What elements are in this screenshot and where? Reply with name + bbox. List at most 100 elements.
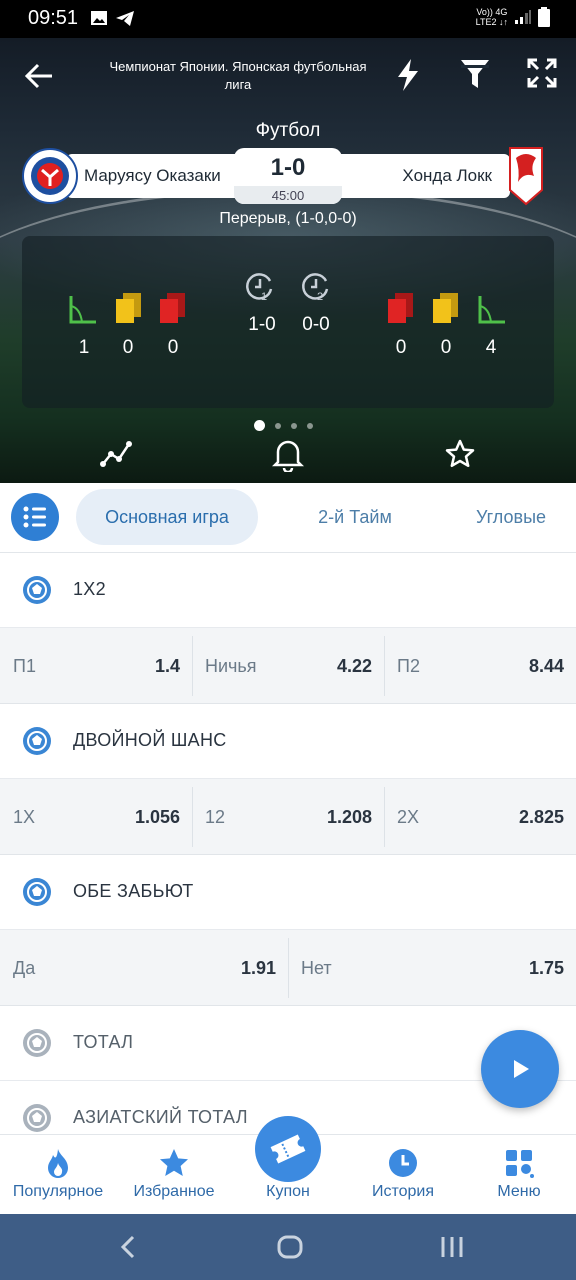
play-icon xyxy=(514,1060,529,1078)
match-time-bar: 45:00 xyxy=(234,186,342,204)
fire-icon xyxy=(48,1149,68,1178)
odd-value: 4.22 xyxy=(336,656,372,676)
nav-coupon-label: Купон xyxy=(266,1183,310,1200)
odd-button[interactable]: П1 1.4 xyxy=(0,628,192,704)
lightning-icon[interactable] xyxy=(394,58,422,92)
away-yellow: 0 xyxy=(440,337,452,358)
stats-chart-icon[interactable] xyxy=(100,438,132,470)
network-bottom: LTE2 ↓↑ xyxy=(475,17,508,27)
away-corner-icon xyxy=(478,296,505,324)
battery-icon xyxy=(538,7,550,27)
second-half-label: 2 xyxy=(316,291,324,303)
page-dot-active[interactable] xyxy=(254,420,265,431)
star-icon xyxy=(160,1149,188,1176)
odd-value: 2.825 xyxy=(518,807,564,827)
odds-row: 1X 1.056 12 1.208 2X 2.825 xyxy=(0,779,576,855)
tab-second-half[interactable]: 2-й Тайм xyxy=(272,489,438,545)
coupon-button[interactable] xyxy=(255,1116,321,1182)
network-indicator: Vo)) 4G LTE2 ↓↑ xyxy=(476,7,508,27)
odd-value: 1.056 xyxy=(134,807,180,827)
list-icon xyxy=(23,506,46,528)
nav-favorites[interactable]: Избранное xyxy=(116,1135,232,1215)
odd-button[interactable]: 1X 1.056 xyxy=(0,779,192,855)
home-yellow-card-icon xyxy=(116,293,141,323)
system-recents-icon[interactable] xyxy=(438,1234,466,1260)
system-home-icon[interactable] xyxy=(276,1234,304,1260)
system-back-icon[interactable] xyxy=(116,1234,140,1260)
nav-favorites-label: Избранное xyxy=(133,1183,215,1200)
tab-main-game[interactable]: Основная игра xyxy=(76,489,258,545)
market-header[interactable]: 1X2 xyxy=(0,553,576,628)
market-list-button[interactable] xyxy=(11,493,59,541)
page-dot[interactable] xyxy=(275,422,281,429)
odd-button[interactable]: Да 1.91 xyxy=(0,930,288,1006)
home-team-logo xyxy=(22,148,78,204)
nav-history[interactable]: История xyxy=(344,1135,462,1215)
ticket-icon xyxy=(270,1134,306,1164)
page-dot[interactable] xyxy=(307,422,313,429)
odd-label: Ничья xyxy=(205,656,257,676)
away-corners: 4 xyxy=(485,337,497,358)
odd-button[interactable]: 2X 2.825 xyxy=(384,779,576,855)
gallery-icon xyxy=(91,11,107,25)
football-icon xyxy=(23,1029,51,1057)
home-team-name: Маруясу Оказаки xyxy=(84,166,221,185)
nav-popular[interactable]: Популярное xyxy=(0,1135,116,1215)
status-right: Vo)) 4G LTE2 ↓↑ xyxy=(476,7,550,27)
odd-value: 1.208 xyxy=(326,807,372,827)
second-half-score: 0-0 xyxy=(302,314,330,335)
odd-value: 1.91 xyxy=(240,958,276,978)
fullscreen-icon[interactable] xyxy=(527,58,557,88)
back-arrow-icon[interactable] xyxy=(24,62,54,90)
odd-value: 1.4 xyxy=(154,656,180,676)
away-yellow-card-icon xyxy=(433,293,458,323)
odd-value: 8.44 xyxy=(528,656,564,676)
odd-label: 1X xyxy=(13,807,36,827)
odd-button[interactable]: Нет 1.75 xyxy=(288,930,576,1006)
market-header[interactable]: ДВОЙНОЙ ШАНС xyxy=(0,704,576,779)
page-dot[interactable] xyxy=(291,422,297,429)
nav-menu[interactable]: Меню xyxy=(462,1135,576,1215)
telegram-icon xyxy=(116,11,134,26)
favorite-star-icon[interactable] xyxy=(444,438,476,470)
stats-panel: 1 0 0 1 2 1-0 0-0 0 0 4 xyxy=(22,236,554,408)
market-title: АЗИАТСКИЙ ТОТАЛ xyxy=(73,1107,248,1127)
first-half-score: 1-0 xyxy=(248,314,276,335)
nav-history-label: История xyxy=(371,1183,435,1200)
odds-row: П1 1.4 Ничья 4.22 П2 8.44 xyxy=(0,628,576,704)
first-half-label: 1 xyxy=(260,291,268,303)
odd-button[interactable]: Ничья 4.22 xyxy=(192,628,384,704)
odd-label: П1 xyxy=(13,656,36,676)
filter-icon[interactable] xyxy=(460,58,490,90)
status-time: 09:51 xyxy=(28,7,79,29)
away-team-logo xyxy=(509,147,543,206)
grid-menu-icon xyxy=(506,1150,534,1178)
network-top: Vo)) 4G xyxy=(476,7,508,17)
page-indicator xyxy=(254,420,313,431)
football-icon xyxy=(23,1104,51,1132)
tab-corners[interactable]: Угловые xyxy=(452,489,576,545)
odd-label: Да xyxy=(13,958,36,978)
signal-icon xyxy=(515,10,531,24)
home-red: 0 xyxy=(167,337,179,358)
live-video-button[interactable] xyxy=(481,1030,559,1108)
odds-row: Да 1.91 Нет 1.75 xyxy=(0,930,576,1006)
sport-label: Футбол xyxy=(255,120,321,141)
league-title: Чемпионат Японии. Японская футбольная ли… xyxy=(109,59,367,92)
period-status: Перерыв, (1-0,0-0) xyxy=(219,210,357,227)
market-title: ТОТАЛ xyxy=(73,1032,134,1052)
market-title: ДВОЙНОЙ ШАНС xyxy=(73,730,227,750)
match-time: 45:00 xyxy=(271,188,305,203)
market-header[interactable]: ОБЕ ЗАБЬЮТ xyxy=(0,855,576,930)
away-red-card-icon xyxy=(388,293,413,323)
match-score: 1-0 xyxy=(270,154,306,181)
notification-bell-icon[interactable] xyxy=(272,438,304,472)
home-corners: 1 xyxy=(78,337,90,358)
status-bar: 09:51 Vo)) 4G LTE2 ↓↑ xyxy=(0,0,576,38)
home-yellow: 0 xyxy=(122,337,134,358)
odd-button[interactable]: 12 1.208 xyxy=(192,779,384,855)
market-tabs: Основная игра 2-й Тайм Угловые xyxy=(0,483,576,553)
odd-button[interactable]: П2 8.44 xyxy=(384,628,576,704)
market-title: ОБЕ ЗАБЬЮТ xyxy=(73,881,194,901)
football-icon xyxy=(23,727,51,755)
